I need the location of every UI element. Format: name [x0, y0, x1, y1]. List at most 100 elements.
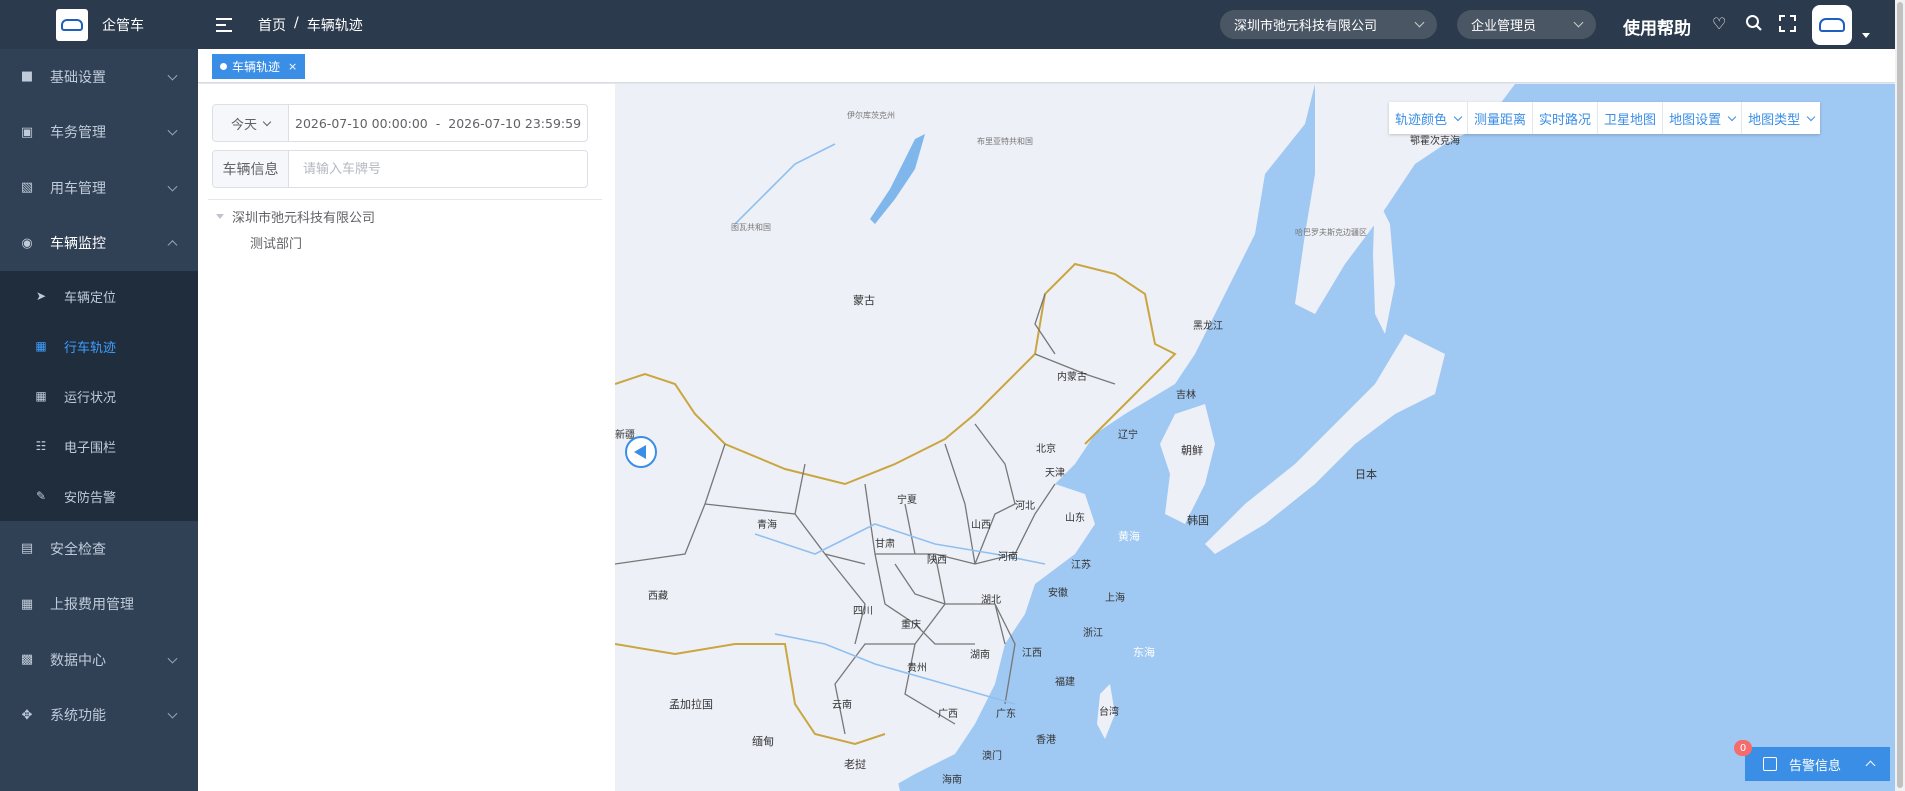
sidebar-subitem-track[interactable]: ▦ 行车轨迹 — [0, 321, 198, 371]
sidebar-item-system[interactable]: ✥ 系统功能 — [0, 688, 198, 744]
land-sakhalin — [1373, 194, 1395, 334]
tab-vehicle-track[interactable]: 车辆轨迹 × — [212, 54, 306, 79]
map-label: 湖北 — [981, 595, 1001, 606]
sidebar-subitem-label: 车辆定位 — [64, 290, 117, 306]
vehicle-search: 车辆信息 — [212, 150, 588, 188]
caret-down-icon[interactable] — [1862, 33, 1870, 38]
map-label: 台湾 — [1099, 707, 1119, 718]
sidebar-item-label: 系统功能 — [50, 708, 106, 725]
map-label: 香港 — [1036, 735, 1056, 746]
sidebar-subitem-status[interactable]: ▦ 运行状况 — [0, 371, 198, 421]
map-type-button[interactable]: 地图类型 — [1742, 102, 1820, 134]
tree-node-label: 深圳市弛元科技有限公司 — [232, 210, 376, 226]
chevron-up-icon — [1865, 760, 1876, 771]
map-label: 黑龙江 — [1193, 321, 1223, 332]
tree-node-department[interactable]: 测试部门 — [250, 229, 302, 255]
search-icon[interactable] — [1745, 14, 1763, 35]
sidebar-item-car-use[interactable]: ▧ 用车管理 — [0, 160, 198, 216]
map-label: 湖南 — [970, 650, 990, 661]
company-select[interactable]: 深圳市弛元科技有限公司 — [1220, 10, 1437, 39]
help-link[interactable]: 使用帮助 — [1623, 14, 1691, 39]
map-label: 蒙古 — [853, 294, 875, 307]
logo-car-icon — [56, 8, 88, 41]
sidebar-item-label: 基础设置 — [50, 69, 106, 86]
chevron-down-icon — [1573, 17, 1584, 28]
tb-label: 地图类型 — [1748, 112, 1801, 128]
breadcrumb-separator: / — [294, 14, 299, 31]
fullscreen-icon[interactable] — [1779, 15, 1796, 35]
chevron-down-icon — [1806, 112, 1816, 121]
locate-icon: ➤ — [35, 289, 47, 303]
date-preset-select[interactable]: 今天 — [213, 105, 289, 141]
tb-label: 卫星地图 — [1604, 112, 1657, 128]
sidebar-subitem-label: 行车轨迹 — [64, 340, 117, 356]
caret-down-icon[interactable] — [216, 213, 224, 219]
app-name: 企管车 — [102, 17, 144, 34]
date-range-values[interactable]: 2026-07-10 00:00:00 - 2026-07-10 23:59:5… — [289, 116, 581, 131]
car-use-icon: ▧ — [20, 180, 34, 196]
map-label: 天津 — [1045, 468, 1065, 479]
map-label: 云南 — [832, 700, 852, 711]
sidebar-item-safety-check[interactable]: ▤ 安全检查 — [0, 521, 198, 577]
sidebar-item-vehicle-affairs[interactable]: ▣ 车务管理 — [0, 105, 198, 161]
map-view[interactable]: 轨迹颜色 测量距离 实时路况 卫星地图 地图设置 地图类型 伊尔库茨克州 布里亚… — [615, 84, 1895, 791]
satellite-map-button[interactable]: 卫星地图 — [1598, 102, 1664, 134]
tree-node-company[interactable]: 深圳市弛元科技有限公司 — [216, 203, 375, 229]
map-label: 吉林 — [1176, 390, 1196, 401]
sidebar-item-data-center[interactable]: ▩ 数据中心 — [0, 632, 198, 688]
chevron-down-icon — [167, 708, 178, 719]
map-settings-button[interactable]: 地图设置 — [1663, 102, 1743, 134]
chevron-down-icon — [167, 70, 178, 81]
sidebar-subitem-fence[interactable]: ☷ 电子围栏 — [0, 421, 198, 471]
map-label: 老挝 — [844, 758, 866, 771]
fence-icon: ☷ — [35, 439, 47, 453]
map-label: 安徽 — [1048, 588, 1068, 599]
sidebar-item-basic-settings[interactable]: ■ 基础设置 — [0, 49, 198, 105]
role-select-value: 企业管理员 — [1471, 19, 1537, 34]
chevron-down-icon — [167, 653, 178, 664]
track-color-button[interactable]: 轨迹颜色 — [1389, 102, 1469, 134]
submenu-vehicle-monitor: ➤ 车辆定位 ▦ 行车轨迹 ▦ 运行状况 ☷ 电子围栏 ✎ 安防告警 — [0, 271, 198, 521]
map-label: 北京 — [1036, 444, 1056, 455]
measure-distance-button[interactable]: 测量距离 — [1468, 102, 1534, 134]
role-select[interactable]: 企业管理员 — [1457, 10, 1596, 39]
page-scrollbar[interactable] — [1895, 0, 1905, 791]
bell-icon[interactable]: ♡ — [1712, 16, 1726, 32]
close-icon[interactable]: × — [288, 60, 297, 73]
tb-label: 地图设置 — [1669, 112, 1722, 128]
alarm-count-badge: 0 — [1734, 740, 1752, 756]
chevron-down-icon — [167, 125, 178, 136]
map-label: 河北 — [1015, 501, 1035, 512]
sidebar-subitem-alarm[interactable]: ✎ 安防告警 — [0, 471, 198, 521]
globe-icon: ◉ — [21, 235, 33, 251]
map-label: 广西 — [938, 709, 958, 720]
sidebar-subitem-locate[interactable]: ➤ 车辆定位 — [0, 271, 198, 321]
date-separator: - — [435, 115, 441, 131]
date-range-picker[interactable]: 今天 2026-07-10 00:00:00 - 2026-07-10 23:5… — [212, 104, 588, 142]
sidebar-item-expense[interactable]: ▦ 上报费用管理 — [0, 577, 198, 633]
date-start[interactable]: 2026-07-10 00:00:00 — [295, 116, 428, 131]
menu-toggle-icon[interactable] — [216, 17, 234, 32]
scrollbar-thumb[interactable] — [1897, 2, 1903, 788]
sidebar-item-vehicle-monitor[interactable]: ◉ 车辆监控 — [0, 216, 198, 272]
map-label: 孟加拉国 — [669, 698, 713, 711]
tb-label: 轨迹颜色 — [1395, 112, 1448, 128]
alarm-icon — [1763, 757, 1777, 771]
map-label: 重庆 — [901, 620, 921, 631]
map-label: 河南 — [998, 552, 1018, 563]
map-label: 澳门 — [982, 751, 1002, 762]
query-panel: 今天 2026-07-10 00:00:00 - 2026-07-10 23:5… — [198, 84, 615, 791]
chevron-down-icon — [1727, 112, 1737, 121]
breadcrumb-home[interactable]: 首页 — [258, 15, 286, 35]
chevron-down-icon — [1414, 17, 1425, 28]
live-traffic-button[interactable]: 实时路况 — [1533, 102, 1599, 134]
map-label: 浙江 — [1083, 628, 1103, 639]
avatar[interactable] — [1812, 5, 1852, 45]
grid-icon: ▦ — [20, 596, 34, 612]
plate-input[interactable] — [289, 161, 579, 177]
database-icon: ▩ — [20, 652, 34, 668]
date-end[interactable]: 2026-07-10 23:59:59 — [448, 116, 581, 131]
map-toolbar: 轨迹颜色 测量距离 实时路况 卫星地图 地图设置 地图类型 — [1389, 102, 1821, 134]
alarm-panel-toggle[interactable]: 告警信息 — [1745, 747, 1890, 781]
map-pan-left-button[interactable] — [625, 436, 657, 468]
